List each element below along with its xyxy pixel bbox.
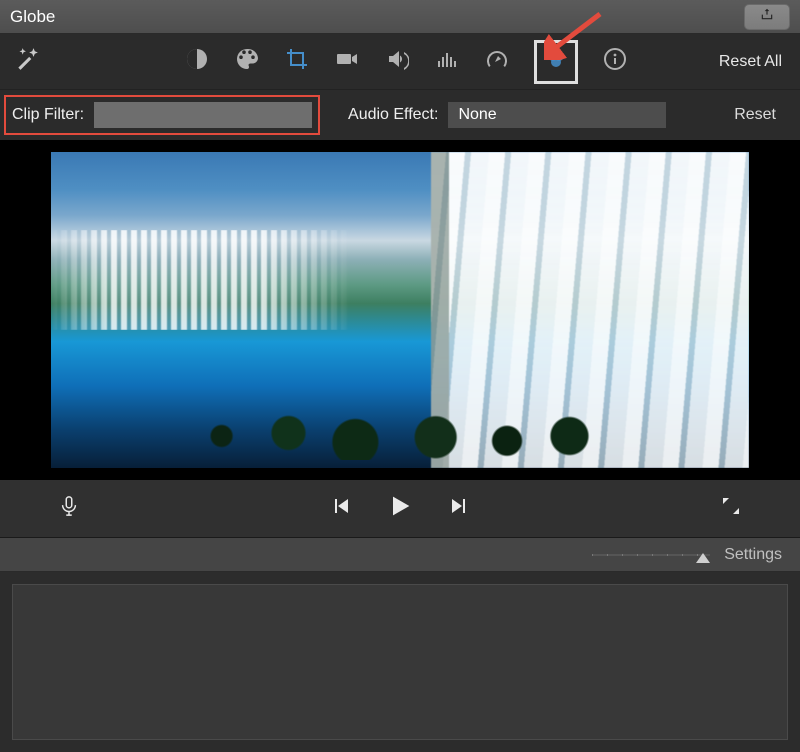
microphone-icon <box>58 493 80 524</box>
adjustments-toolbar: Reset All <box>0 34 800 90</box>
voiceover-record-button[interactable] <box>56 496 82 522</box>
color-correction-button[interactable] <box>234 49 260 75</box>
clip-info-button[interactable] <box>602 49 628 75</box>
clip-filter-preview[interactable] <box>94 102 312 128</box>
share-button[interactable] <box>744 4 790 30</box>
reset-button[interactable]: Reset <box>734 106 786 124</box>
enhance-button[interactable] <box>14 46 46 77</box>
audio-equalizer-icon <box>435 47 459 76</box>
stabilization-button[interactable] <box>334 49 360 75</box>
color-balance-icon <box>185 47 209 76</box>
zoom-slider-thumb[interactable] <box>696 553 710 563</box>
playback-bar <box>0 480 800 538</box>
preview-frame[interactable] <box>51 152 749 468</box>
speedometer-icon <box>485 47 509 76</box>
magic-wand-icon <box>14 46 40 77</box>
previous-icon <box>328 494 352 523</box>
zoom-slider[interactable] <box>592 554 710 556</box>
titlebar: Globe <box>0 0 800 34</box>
audio-effect-select[interactable]: None <box>448 102 666 128</box>
crop-icon <box>285 47 309 76</box>
timeline-area <box>0 572 800 752</box>
reset-all-button[interactable]: Reset All <box>693 53 786 71</box>
fullscreen-button[interactable] <box>718 496 744 522</box>
noise-reduction-button[interactable] <box>434 49 460 75</box>
filter-settings-row: Clip Filter: Audio Effect: None Reset <box>0 90 800 140</box>
clip-filter-label: Clip Filter: <box>12 106 84 124</box>
play-icon <box>386 492 414 525</box>
previous-button[interactable] <box>327 496 353 522</box>
expand-icon <box>719 494 743 523</box>
volume-button[interactable] <box>384 49 410 75</box>
audio-effect-label: Audio Effect: <box>348 106 438 124</box>
clip-filter-audio-effects-button[interactable] <box>534 40 578 84</box>
next-button[interactable] <box>447 496 473 522</box>
crop-button[interactable] <box>284 49 310 75</box>
timeline-settings-button[interactable]: Settings <box>724 546 782 564</box>
speed-button[interactable] <box>484 49 510 75</box>
next-icon <box>448 494 472 523</box>
color-palette-icon <box>235 47 259 76</box>
timeline-track[interactable] <box>12 584 788 740</box>
share-icon <box>760 7 774 26</box>
timeline-zoom-strip: Settings <box>0 538 800 572</box>
video-camera-icon <box>335 47 359 76</box>
play-button[interactable] <box>387 496 413 522</box>
volume-icon <box>385 47 409 76</box>
clip-filter-group: Clip Filter: <box>4 95 320 135</box>
preview-viewer <box>0 140 800 480</box>
project-title: Globe <box>10 7 55 27</box>
info-icon <box>603 47 627 76</box>
audio-effect-group: Audio Effect: None <box>348 102 666 128</box>
color-balance-button[interactable] <box>184 49 210 75</box>
clip-filter-audio-effects-icon <box>544 47 568 76</box>
